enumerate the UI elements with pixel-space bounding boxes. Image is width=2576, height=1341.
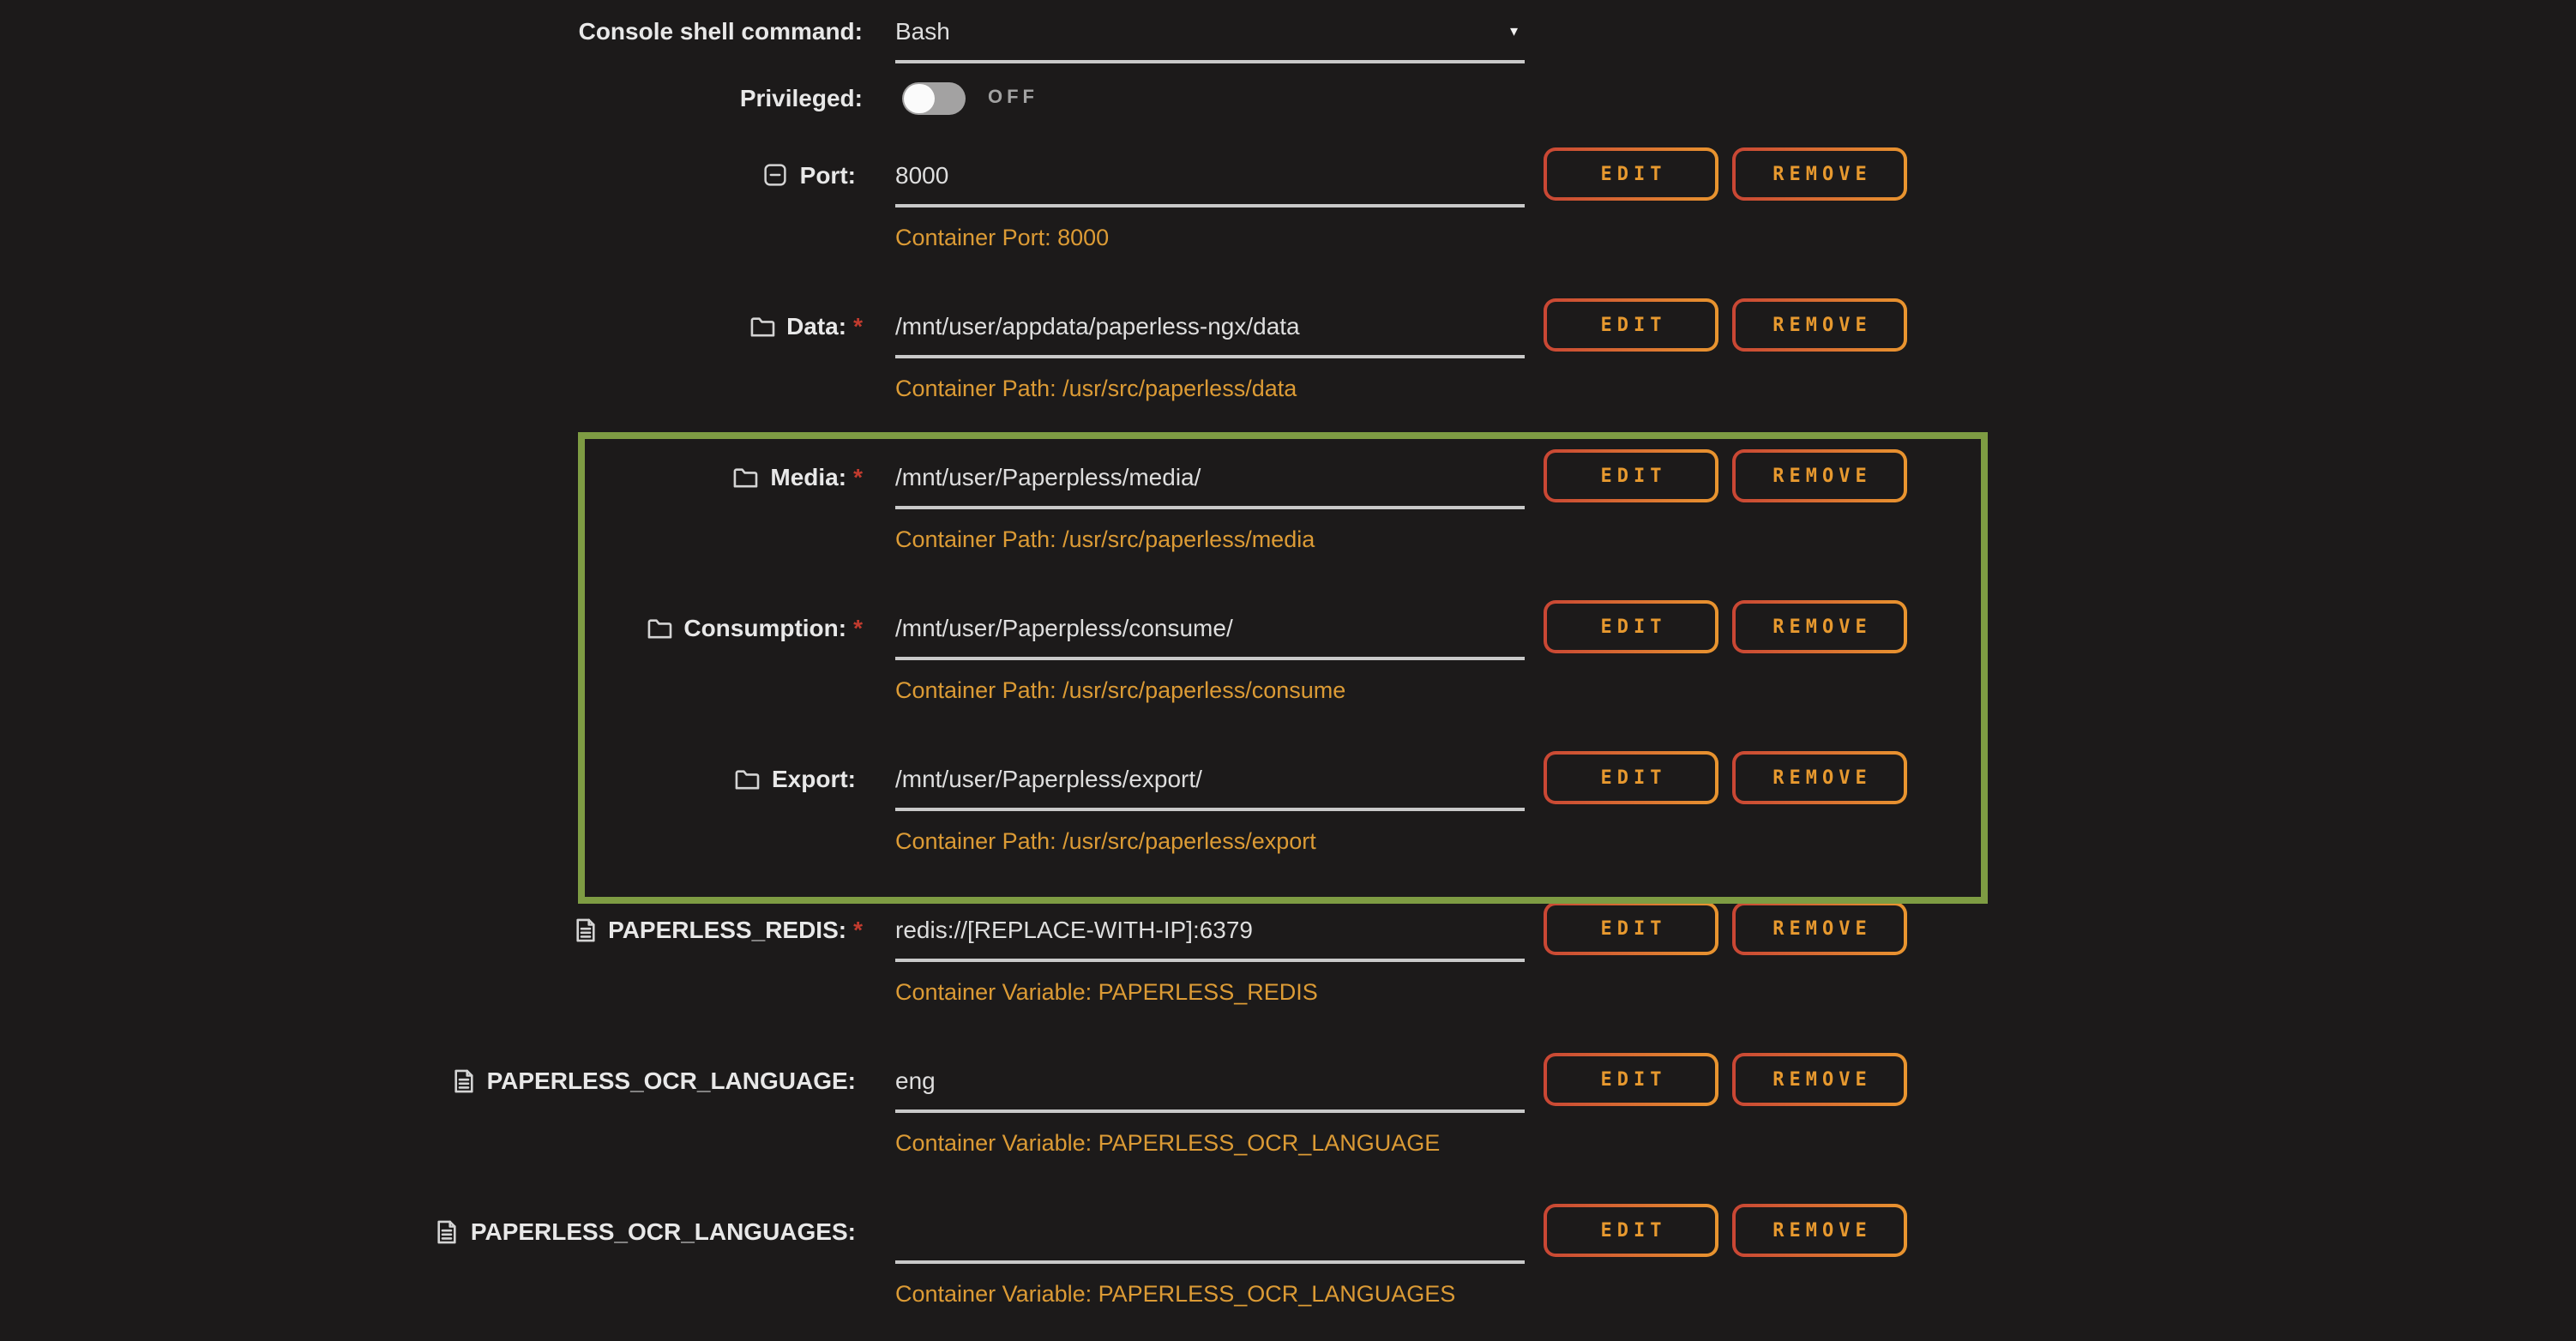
field-input[interactable]: /mnt/user/Paperpless/media/: [895, 461, 1525, 509]
container-mapping-note: Container Variable: PAPERLESS_OCR_LANGUA…: [895, 1281, 1525, 1307]
console-shell-command-label: Console shell command:: [579, 15, 863, 46]
dropdown-arrow-icon: ▾: [1510, 15, 1518, 46]
required-asterisk: *: [853, 310, 863, 341]
field-input[interactable]: /mnt/user/Paperpless/consume/: [895, 612, 1525, 660]
privileged-toggle[interactable]: [902, 82, 966, 115]
field-label: PAPERLESS_OCR_LANGUAGE:: [487, 1065, 856, 1096]
remove-button[interactable]: REMOVE: [1732, 751, 1907, 804]
port-icon: [764, 163, 788, 187]
docker-template-settings-page: Console shell command: Bash ▾ Privileged…: [0, 0, 2576, 1341]
edit-button-label: EDIT: [1547, 302, 1715, 348]
edit-button-label: EDIT: [1547, 151, 1715, 197]
console-shell-command-select[interactable]: Bash ▾: [895, 15, 1525, 63]
folder-icon: [749, 315, 774, 337]
edit-button[interactable]: EDIT: [1544, 1204, 1718, 1257]
remove-button-label: REMOVE: [1736, 755, 1904, 801]
field-label: Export:: [772, 763, 856, 794]
field-row-paperless-ocr-languages: PAPERLESS_OCR_LANGUAGES: Container Varia…: [0, 1216, 2576, 1307]
privileged-label: Privileged:: [740, 82, 863, 113]
toggle-knob: [904, 84, 935, 113]
field-row-port: Port: 8000 Container Port: 8000 EDIT REM…: [0, 159, 2576, 250]
field-row-consumption: Consumption: * /mnt/user/Paperpless/cons…: [0, 612, 2576, 703]
container-mapping-note: Container Variable: PAPERLESS_OCR_LANGUA…: [895, 1130, 1525, 1156]
container-mapping-note: Container Path: /usr/src/paperless/data: [895, 376, 1525, 401]
remove-button[interactable]: REMOVE: [1732, 147, 1907, 201]
console-shell-command-value: Bash: [895, 15, 950, 46]
field-input[interactable]: 8000: [895, 159, 1525, 207]
file-icon: [453, 1067, 475, 1093]
required-asterisk: *: [853, 612, 863, 643]
console-shell-command-value-cell: Bash ▾: [895, 15, 1525, 63]
remove-button-label: REMOVE: [1736, 1207, 1904, 1254]
field-input[interactable]: eng: [895, 1065, 1525, 1113]
edit-button-label: EDIT: [1547, 755, 1715, 801]
folder-icon: [646, 616, 671, 639]
edit-button-label: EDIT: [1547, 905, 1715, 952]
edit-button-label: EDIT: [1547, 1207, 1715, 1254]
required-asterisk: *: [853, 461, 863, 492]
remove-button[interactable]: REMOVE: [1732, 600, 1907, 653]
folder-icon: [732, 466, 758, 488]
field-label: PAPERLESS_REDIS:: [608, 914, 846, 945]
remove-button[interactable]: REMOVE: [1732, 298, 1907, 352]
privileged-row: Privileged: OFF: [0, 82, 2576, 115]
field-label: Consumption:: [683, 612, 846, 643]
field-input[interactable]: /mnt/user/appdata/paperless-ngx/data: [895, 310, 1525, 358]
remove-button-label: REMOVE: [1736, 151, 1904, 197]
field-row-paperless-redis: PAPERLESS_REDIS: * redis://[REPLACE-WITH…: [0, 914, 2576, 1005]
remove-button-label: REMOVE: [1736, 905, 1904, 952]
edit-button[interactable]: EDIT: [1544, 751, 1718, 804]
field-row-paperless-ocr-language: PAPERLESS_OCR_LANGUAGE: eng Container Va…: [0, 1065, 2576, 1156]
edit-button[interactable]: EDIT: [1544, 298, 1718, 352]
privileged-state-label: OFF: [988, 82, 1038, 115]
remove-button[interactable]: REMOVE: [1732, 902, 1907, 955]
privileged-value-cell: OFF: [895, 82, 1525, 115]
edit-button[interactable]: EDIT: [1544, 600, 1718, 653]
field-row-export: Export: /mnt/user/Paperpless/export/ Con…: [0, 763, 2576, 854]
edit-button-label: EDIT: [1547, 453, 1715, 499]
console-shell-command-label-cell: Console shell command:: [0, 15, 863, 46]
required-asterisk: *: [853, 914, 863, 945]
remove-button[interactable]: REMOVE: [1732, 1204, 1907, 1257]
container-mapping-note: Container Port: 8000: [895, 225, 1525, 250]
field-input[interactable]: redis://[REPLACE-WITH-IP]:6379: [895, 914, 1525, 962]
remove-button-label: REMOVE: [1736, 604, 1904, 650]
edit-button[interactable]: EDIT: [1544, 147, 1718, 201]
field-label: Data:: [786, 310, 846, 341]
privileged-label-cell: Privileged:: [0, 82, 863, 113]
remove-button[interactable]: REMOVE: [1732, 1053, 1907, 1106]
field-input[interactable]: /mnt/user/Paperpless/export/: [895, 763, 1525, 811]
container-mapping-note: Container Path: /usr/src/paperless/media: [895, 526, 1525, 552]
edit-button[interactable]: EDIT: [1544, 1053, 1718, 1106]
container-mapping-note: Container Path: /usr/src/paperless/consu…: [895, 677, 1525, 703]
folder-icon: [734, 767, 760, 790]
field-label: Port:: [800, 159, 856, 190]
file-icon: [436, 1218, 459, 1244]
remove-button-label: REMOVE: [1736, 302, 1904, 348]
field-label: PAPERLESS_OCR_LANGUAGES:: [471, 1216, 856, 1247]
container-mapping-note: Container Path: /usr/src/paperless/expor…: [895, 828, 1525, 854]
field-row-data: Data: * /mnt/user/appdata/paperless-ngx/…: [0, 310, 2576, 401]
edit-button[interactable]: EDIT: [1544, 902, 1718, 955]
edit-button-label: EDIT: [1547, 1056, 1715, 1103]
file-icon: [574, 917, 596, 942]
field-row-media: Media: * /mnt/user/Paperpless/media/ Con…: [0, 461, 2576, 552]
field-label: Media:: [770, 461, 846, 492]
container-mapping-note: Container Variable: PAPERLESS_REDIS: [895, 979, 1525, 1005]
console-shell-command-row: Console shell command: Bash ▾: [0, 15, 2576, 63]
remove-button[interactable]: REMOVE: [1732, 449, 1907, 502]
remove-button-label: REMOVE: [1736, 1056, 1904, 1103]
edit-button[interactable]: EDIT: [1544, 449, 1718, 502]
edit-button-label: EDIT: [1547, 604, 1715, 650]
remove-button-label: REMOVE: [1736, 453, 1904, 499]
field-input[interactable]: [895, 1216, 1525, 1264]
